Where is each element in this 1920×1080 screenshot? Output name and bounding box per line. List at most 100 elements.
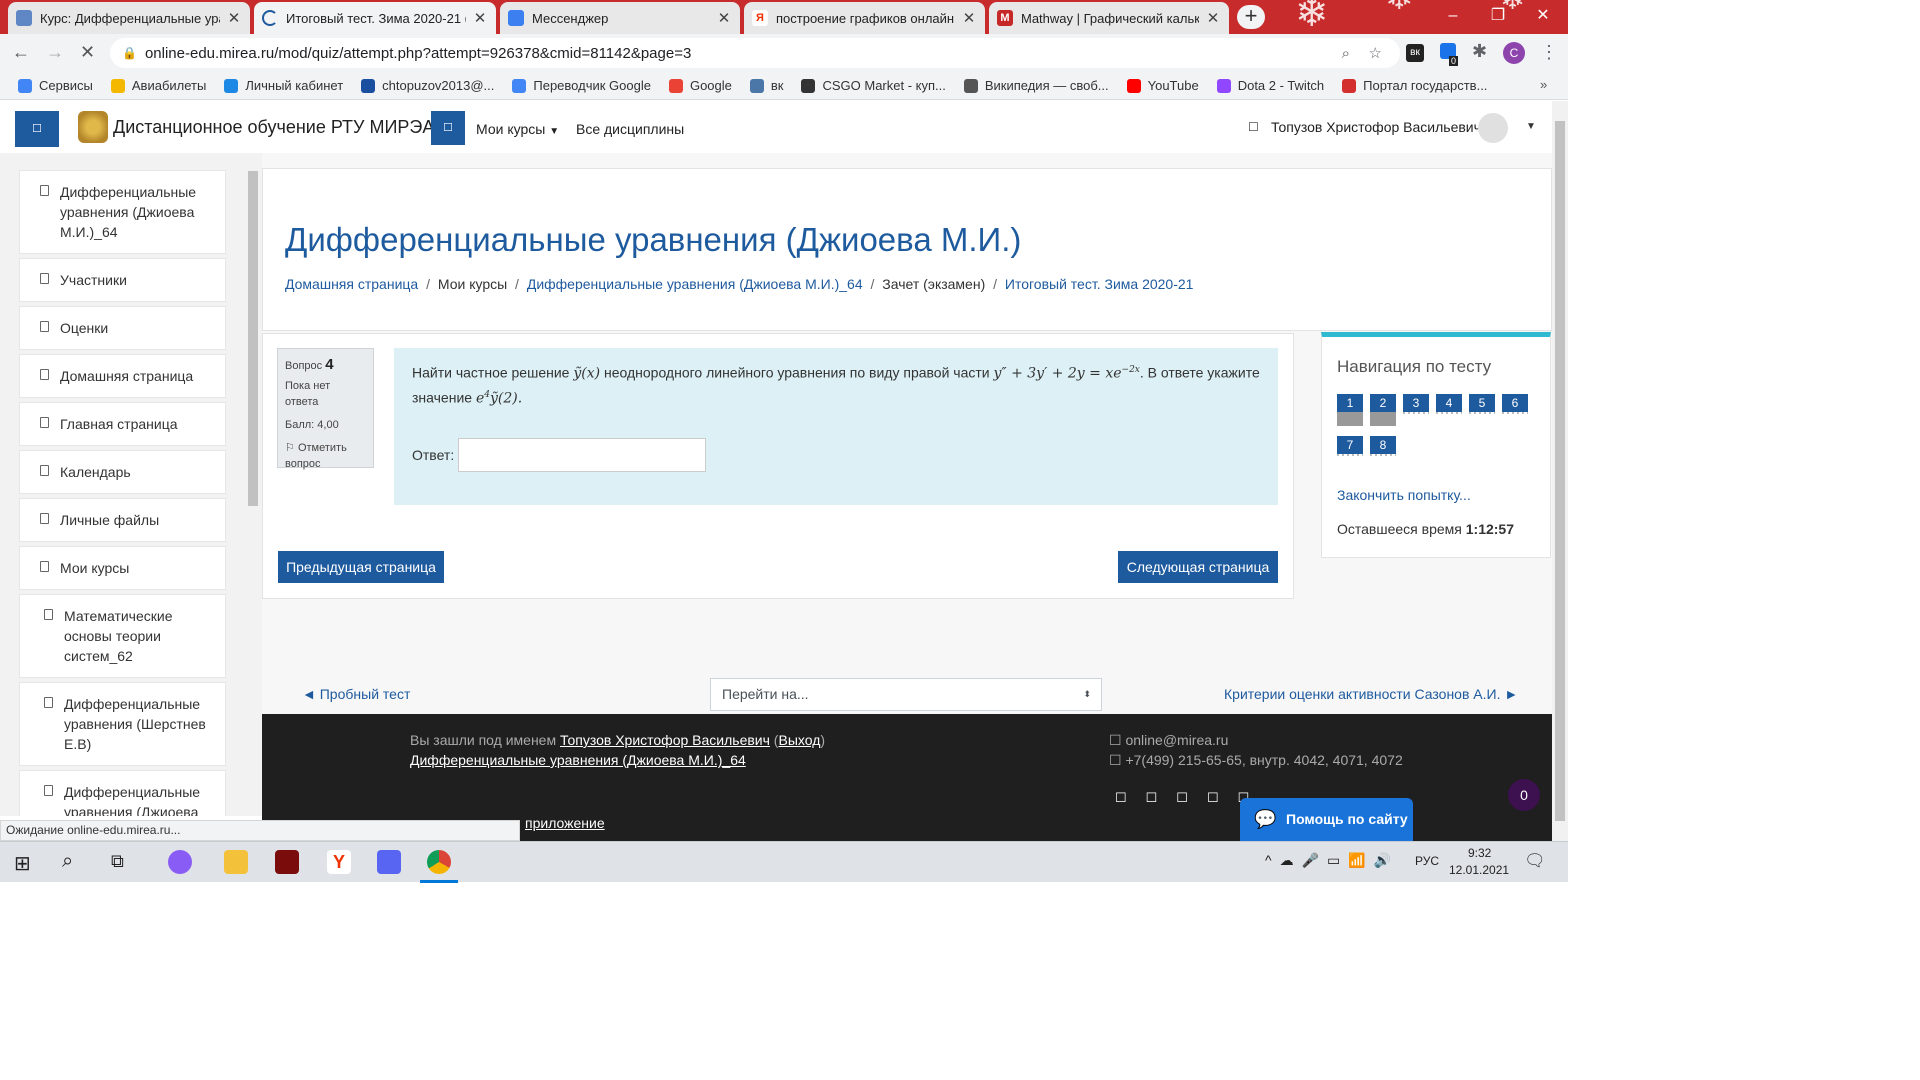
sidebar-item[interactable]: Главная страница xyxy=(19,402,226,446)
sidebar-item[interactable]: Участники xyxy=(19,258,226,302)
clock-time[interactable]: 9:32 xyxy=(1468,846,1491,860)
footer-user-link[interactable]: Топузов Христофор Васильевич xyxy=(560,732,770,748)
close-tab-icon[interactable]: ✕ xyxy=(226,9,242,27)
more-bookmarks-icon[interactable]: » xyxy=(1540,77,1547,92)
browser-tab[interactable]: Курс: Дифференциальные урав ✕ xyxy=(8,2,250,34)
yandex-browser-icon[interactable]: Y xyxy=(327,850,351,874)
page-scrollbar[interactable] xyxy=(1552,101,1568,841)
sidebar-item[interactable]: Дифференциальные уравнения (Шерстнев Е.В… xyxy=(19,682,226,766)
bookmark-item[interactable]: Переводчик Google xyxy=(512,78,651,93)
footer-course-link[interactable]: Дифференциальные уравнения (Джиоева М.И.… xyxy=(410,752,746,768)
user-name[interactable]: Топузов Христофор Васильевич xyxy=(1271,119,1481,135)
sidebar-item[interactable]: Календарь xyxy=(19,450,226,494)
logout-link[interactable]: Выход xyxy=(778,732,820,748)
close-tab-icon[interactable]: ✕ xyxy=(716,9,732,27)
breadcrumb-item[interactable]: Итоговый тест. Зима 2020-21 xyxy=(1005,276,1194,292)
profile-avatar[interactable]: C xyxy=(1503,42,1525,64)
discord-icon[interactable] xyxy=(377,850,401,874)
browser-tab[interactable]: M Mathway | Графический калькул ✕ xyxy=(989,2,1229,34)
address-bar[interactable]: 🔒 online-edu.mirea.ru/mod/quiz/attempt.p… xyxy=(110,38,1400,68)
site-title[interactable]: Дистанционное обучение РТУ МИРЭА xyxy=(113,117,434,138)
browser-tab[interactable]: Япостроение графиков онлайн - ✕ xyxy=(744,2,985,34)
quiz-nav-question-button[interactable]: 8 xyxy=(1370,436,1396,454)
page-scrollbar-thumb[interactable] xyxy=(1555,121,1565,821)
chat-badge[interactable]: 0 xyxy=(1508,779,1540,811)
sidebar-item[interactable]: Математические основы теории систем_62 xyxy=(19,594,226,678)
bookmark-item[interactable]: Google xyxy=(668,78,732,93)
next-activity-link[interactable]: Критерии оценки активности Сазонов А.И. … xyxy=(1224,686,1518,702)
jump-to-select[interactable]: Перейти на... ⬍ xyxy=(710,678,1102,711)
bookmark-item[interactable]: chtopuzov2013@... xyxy=(361,78,494,93)
menu-dots-icon[interactable]: ⋮ xyxy=(1540,42,1558,63)
notifications-icon[interactable]: ☐ xyxy=(1248,120,1259,134)
drawer-toggle-button[interactable]: ☐ xyxy=(15,111,59,147)
grid-menu-button[interactable]: ☐ xyxy=(431,111,465,145)
previous-page-button[interactable]: Предыдущая страница xyxy=(278,551,444,583)
quiz-nav-question-button[interactable]: 4 xyxy=(1436,394,1462,412)
minimize-button[interactable]: – xyxy=(1430,0,1476,32)
quiz-nav-question-button[interactable]: 1 xyxy=(1337,394,1363,412)
new-tab-button[interactable]: + xyxy=(1237,5,1265,29)
breadcrumb-item[interactable]: Домашняя страница xyxy=(285,276,418,292)
close-window-button[interactable]: ✕ xyxy=(1520,0,1566,32)
stop-loading-icon[interactable]: ✕ xyxy=(80,42,95,63)
quiz-nav-question-button[interactable]: 6 xyxy=(1502,394,1528,412)
quiz-nav-question-button[interactable]: 5 xyxy=(1469,394,1495,412)
bookmark-item[interactable]: Авиабилеты xyxy=(110,78,206,93)
finish-attempt-link[interactable]: Закончить попытку... xyxy=(1337,487,1471,503)
forward-icon[interactable]: → xyxy=(46,42,64,63)
browser-tab[interactable]: Мессенджер ✕ xyxy=(500,2,740,34)
sidebar-item[interactable]: Оценки xyxy=(19,306,226,350)
quiz-nav-question-button[interactable]: 2 xyxy=(1370,394,1396,412)
quiz-nav-question-button[interactable]: 3 xyxy=(1403,394,1429,412)
close-tab-icon[interactable]: ✕ xyxy=(472,9,488,27)
bookmark-item[interactable]: CSGO Market - куп... xyxy=(801,78,946,93)
sidebar-item[interactable]: Личные файлы xyxy=(19,498,226,542)
restore-button[interactable]: ❐ xyxy=(1475,0,1521,32)
sidebar-scrollbar-thumb[interactable] xyxy=(248,171,258,506)
search-icon[interactable]: ⌕ xyxy=(62,850,73,873)
next-page-button[interactable]: Следующая страница xyxy=(1118,551,1278,583)
answer-input[interactable] xyxy=(458,438,707,473)
bookmark-item[interactable]: вк xyxy=(749,78,783,93)
back-icon[interactable]: ← xyxy=(12,42,30,63)
user-menu-caret-icon[interactable]: ▼ xyxy=(1526,121,1536,132)
chrome-icon[interactable] xyxy=(427,850,451,874)
flag-question-link[interactable]: ⚐ Отметить вопрос xyxy=(285,440,366,472)
close-tab-icon[interactable]: ✕ xyxy=(961,9,977,27)
alice-assistant-icon[interactable] xyxy=(168,850,192,874)
bookmark-item[interactable]: Википедия — своб... xyxy=(963,78,1109,93)
notification-center-icon[interactable]: 🗨 xyxy=(1524,851,1546,871)
windows-start-icon[interactable]: ⊞ xyxy=(14,851,31,876)
sidebar-item[interactable]: Мои курсы xyxy=(19,546,226,590)
quiz-nav-question-button[interactable]: 7 xyxy=(1337,436,1363,454)
file-explorer-icon[interactable] xyxy=(224,850,248,874)
prev-activity-link[interactable]: ◄ Пробный тест xyxy=(302,686,410,702)
zoom-icon[interactable]: ⌕ xyxy=(1342,45,1350,62)
input-language[interactable]: РУС xyxy=(1415,854,1439,868)
close-tab-icon[interactable]: ✕ xyxy=(1205,9,1221,27)
sidebar-item[interactable]: Дифференциальные уравнения (Джиоева М.И.… xyxy=(19,170,226,254)
bookmark-item[interactable]: Портал государств... xyxy=(1342,78,1487,93)
bookmark-item[interactable]: Сервисы xyxy=(18,78,93,93)
bookmark-item[interactable]: YouTube xyxy=(1126,78,1199,93)
sidebar-item[interactable]: Дифференциальные уравнения (Джиоева М.И.… xyxy=(19,770,226,816)
help-widget-button[interactable]: 💬 Помощь по сайту xyxy=(1240,798,1413,841)
puzzle-icon[interactable]: ✱ xyxy=(1472,41,1487,62)
game-app-icon[interactable] xyxy=(275,850,299,874)
sidebar-item[interactable]: Домашняя страница xyxy=(19,354,226,398)
task-view-icon[interactable]: ⧉ xyxy=(111,851,124,872)
vk-extension-icon[interactable]: вк xyxy=(1406,44,1424,62)
breadcrumb-item[interactable]: Дифференциальные уравнения (Джиоева М.И.… xyxy=(527,276,863,292)
bookmark-item[interactable]: Личный кабинет xyxy=(224,78,343,93)
system-tray-icons[interactable]: ^☁🎤▭📶🔊 xyxy=(1265,852,1399,869)
bookmark-star-icon[interactable]: ☆ xyxy=(1369,44,1382,62)
user-avatar[interactable] xyxy=(1478,113,1508,143)
browser-tab[interactable]: Итоговый тест. Зима 2020-21 (с ✕ xyxy=(254,2,496,34)
bookmark-item[interactable]: Dota 2 - Twitch xyxy=(1216,78,1324,93)
all-disciplines-link[interactable]: Все дисциплины xyxy=(576,121,684,137)
sidebar-scrollbar[interactable] xyxy=(246,157,260,812)
my-courses-menu[interactable]: Мои курсы ▼ xyxy=(476,121,559,137)
clock-date[interactable]: 12.01.2021 xyxy=(1449,863,1509,877)
mobile-app-link[interactable]: приложение xyxy=(525,815,605,831)
